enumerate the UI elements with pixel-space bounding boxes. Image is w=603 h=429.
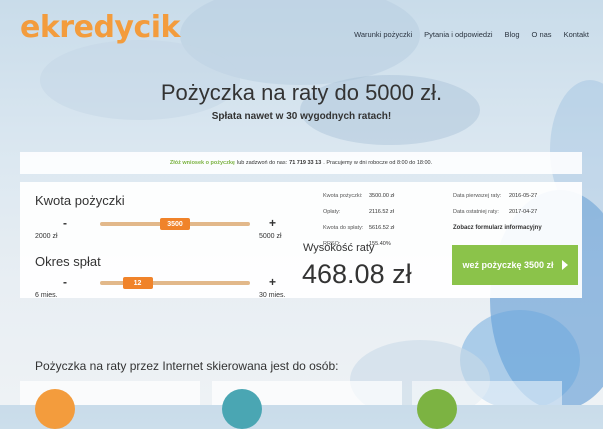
section-title: Pożyczka na raty przez Internet skierowa… bbox=[35, 359, 339, 373]
date-value: 2017-04-27 bbox=[509, 209, 538, 215]
phone-number: 71 719 33 13 bbox=[289, 160, 322, 166]
detail-key: Opłaty: bbox=[323, 209, 341, 215]
logo[interactable]: ekredycik bbox=[20, 10, 181, 45]
hero-subtitle: Spłata nawet w 30 wygodnych ratach! bbox=[211, 111, 392, 122]
hero-title: Pożyczka na raty do 5000 zł. bbox=[160, 80, 443, 105]
date-key: Data ostatniej raty: bbox=[453, 209, 499, 215]
nav-item-kontakt[interactable]: Kontakt bbox=[564, 30, 589, 39]
audience-card bbox=[412, 381, 562, 429]
arrow-right-icon bbox=[561, 260, 568, 270]
nav-item-pytania[interactable]: Pytania i odpowiedzi bbox=[424, 30, 492, 39]
amount-label: Kwota pożyczki bbox=[35, 193, 125, 208]
nav-item-blog[interactable]: Blog bbox=[505, 30, 520, 39]
period-slider-knob[interactable]: 12 bbox=[122, 277, 153, 289]
info-text: lub zadzwoń do nas: bbox=[236, 160, 288, 166]
date-value: 2016-05-27 bbox=[509, 193, 538, 199]
period-label: Okres spłat bbox=[35, 254, 101, 269]
period-plus-button[interactable]: + bbox=[269, 276, 276, 288]
amount-slider-knob[interactable]: 3500 bbox=[160, 218, 190, 230]
info-form-link[interactable]: Zobacz formularz informacyjny bbox=[453, 225, 542, 231]
period-min-label: 6 mies. bbox=[35, 292, 58, 299]
amount-plus-button[interactable]: + bbox=[269, 217, 276, 229]
rate-value: 468.08 zł bbox=[302, 259, 412, 289]
house-icon bbox=[35, 389, 75, 429]
detail-value: 3500.00 zł bbox=[369, 193, 395, 199]
take-loan-label: weź pożyczkę 3500 zł bbox=[462, 260, 554, 270]
nav-item-o-nas[interactable]: O nas bbox=[532, 30, 552, 39]
detail-value: 2116.52 zł bbox=[369, 209, 394, 215]
detail-value: 5616.52 zł bbox=[369, 225, 395, 231]
site-header: ekredycik Warunki pożyczki Pytania i odp… bbox=[0, 0, 603, 60]
detail-key: Kwota do spłaty: bbox=[323, 225, 364, 231]
amount-min-label: 2000 zł bbox=[35, 233, 58, 240]
period-minus-button[interactable]: - bbox=[63, 276, 67, 288]
amount-max-label: 5000 zł bbox=[259, 233, 282, 240]
audience-card bbox=[212, 381, 402, 429]
audience-card bbox=[20, 381, 200, 429]
nav-item-warunki[interactable]: Warunki pożyczki bbox=[354, 30, 412, 39]
take-loan-button[interactable]: weź pożyczkę 3500 zł bbox=[452, 245, 578, 285]
date-key: Data pierwszej raty: bbox=[453, 193, 502, 199]
contact-info-strip: Złóż wniosek o pożyczkę lub zadzwoń do n… bbox=[20, 152, 582, 174]
apply-link[interactable]: Złóż wniosek o pożyczkę bbox=[170, 160, 235, 166]
info-hours: . Pracujemy w dni robocze od 8:00 do 18:… bbox=[323, 160, 433, 166]
home-icon bbox=[222, 389, 262, 429]
detail-key: Kwota pożyczki: bbox=[323, 193, 363, 199]
briefcase-icon bbox=[417, 389, 457, 429]
amount-minus-button[interactable]: - bbox=[63, 217, 67, 229]
rate-label: Wysokość raty bbox=[303, 242, 375, 254]
main-nav: Warunki pożyczki Pytania i odpowiedzi Bl… bbox=[354, 30, 589, 39]
period-max-label: 30 mies. bbox=[259, 292, 286, 299]
